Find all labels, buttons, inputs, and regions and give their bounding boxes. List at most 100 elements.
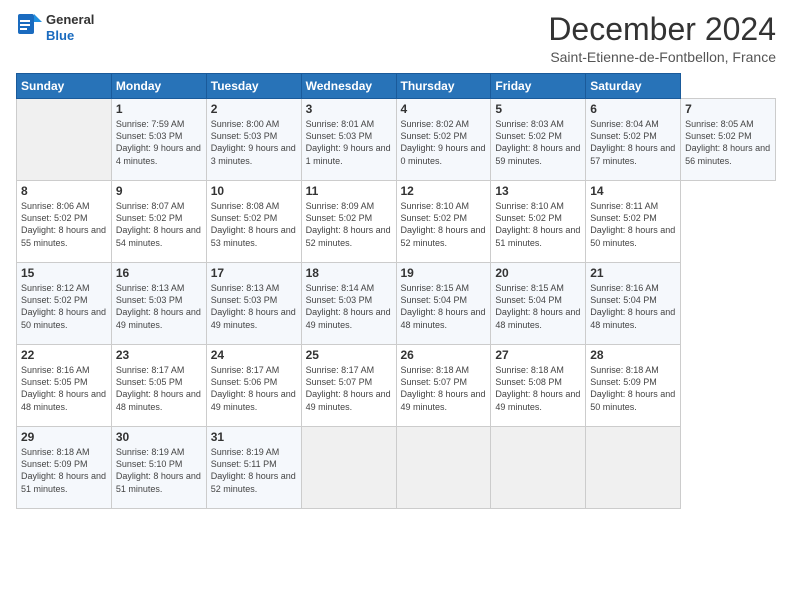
day-info: Sunrise: 8:18 AMSunset: 5:09 PMDaylight:…: [590, 364, 676, 413]
weekday-header: Tuesday: [206, 74, 301, 99]
calendar-day-cell: 19 Sunrise: 8:15 AMSunset: 5:04 PMDayligh…: [396, 263, 491, 345]
day-info: Sunrise: 8:18 AMSunset: 5:08 PMDaylight:…: [495, 364, 581, 413]
day-number: 17: [211, 266, 297, 280]
calendar-day-cell: 16 Sunrise: 8:13 AMSunset: 5:03 PMDayligh…: [111, 263, 206, 345]
calendar-week-row: 22 Sunrise: 8:16 AMSunset: 5:05 PMDayligh…: [17, 345, 776, 427]
calendar-week-row: 8 Sunrise: 8:06 AMSunset: 5:02 PMDaylight…: [17, 181, 776, 263]
day-number: 21: [590, 266, 676, 280]
page: General Blue December 2024 Saint-Etienne…: [0, 0, 792, 612]
day-info: Sunrise: 8:11 AMSunset: 5:02 PMDaylight:…: [590, 200, 676, 249]
calendar-day-cell: 4 Sunrise: 8:02 AMSunset: 5:02 PMDaylight…: [396, 99, 491, 181]
day-info: Sunrise: 8:06 AMSunset: 5:02 PMDaylight:…: [21, 200, 107, 249]
day-number: 9: [116, 184, 202, 198]
calendar-day-cell: 26 Sunrise: 8:18 AMSunset: 5:07 PMDayligh…: [396, 345, 491, 427]
day-info: Sunrise: 8:17 AMSunset: 5:07 PMDaylight:…: [306, 364, 392, 413]
day-info: Sunrise: 8:00 AMSunset: 5:03 PMDaylight:…: [211, 118, 297, 167]
day-number: 27: [495, 348, 581, 362]
weekday-header: Friday: [491, 74, 586, 99]
day-info: Sunrise: 8:18 AMSunset: 5:07 PMDaylight:…: [401, 364, 487, 413]
day-number: 10: [211, 184, 297, 198]
day-number: 6: [590, 102, 676, 116]
page-title: December 2024: [548, 12, 776, 47]
weekday-header: Saturday: [586, 74, 681, 99]
day-info: Sunrise: 8:18 AMSunset: 5:09 PMDaylight:…: [21, 446, 107, 495]
day-number: 18: [306, 266, 392, 280]
day-number: 11: [306, 184, 392, 198]
day-info: Sunrise: 8:14 AMSunset: 5:03 PMDaylight:…: [306, 282, 392, 331]
day-number: 2: [211, 102, 297, 116]
day-number: 22: [21, 348, 107, 362]
day-number: 23: [116, 348, 202, 362]
calendar-week-row: 15Sunrise: 8:12 AMSunset: 5:02 PMDayligh…: [17, 263, 776, 345]
day-info: Sunrise: 8:19 AMSunset: 5:10 PMDaylight:…: [116, 446, 202, 495]
calendar-day-cell: 30Sunrise: 8:19 AMSunset: 5:10 PMDayligh…: [111, 427, 206, 509]
weekday-header: Monday: [111, 74, 206, 99]
day-info: Sunrise: 8:05 AMSunset: 5:02 PMDaylight:…: [685, 118, 771, 167]
day-number: 4: [401, 102, 487, 116]
day-info: Sunrise: 8:16 AMSunset: 5:05 PMDaylight:…: [21, 364, 107, 413]
day-info: Sunrise: 8:17 AMSunset: 5:05 PMDaylight:…: [116, 364, 202, 413]
page-subtitle: Saint-Etienne-de-Fontbellon, France: [548, 49, 776, 65]
day-number: 31: [211, 430, 297, 444]
day-number: 26: [401, 348, 487, 362]
calendar-day-cell: 5 Sunrise: 8:03 AMSunset: 5:02 PMDaylight…: [491, 99, 586, 181]
title-block: December 2024 Saint-Etienne-de-Fontbello…: [548, 12, 776, 65]
day-number: 7: [685, 102, 771, 116]
calendar-day-cell: 8 Sunrise: 8:06 AMSunset: 5:02 PMDaylight…: [17, 181, 112, 263]
empty-cell: [17, 99, 112, 181]
calendar-day-cell: 18 Sunrise: 8:14 AMSunset: 5:03 PMDayligh…: [301, 263, 396, 345]
day-info: Sunrise: 8:16 AMSunset: 5:04 PMDaylight:…: [590, 282, 676, 331]
day-info: Sunrise: 8:02 AMSunset: 5:02 PMDaylight:…: [401, 118, 487, 167]
day-number: 13: [495, 184, 581, 198]
calendar-day-cell: [301, 427, 396, 509]
calendar-day-cell: 23 Sunrise: 8:17 AMSunset: 5:05 PMDayligh…: [111, 345, 206, 427]
day-info: Sunrise: 8:01 AMSunset: 5:03 PMDaylight:…: [306, 118, 392, 167]
calendar-day-cell: 1Sunrise: 7:59 AMSunset: 5:03 PMDaylight…: [111, 99, 206, 181]
header: General Blue December 2024 Saint-Etienne…: [16, 12, 776, 65]
day-number: 1: [116, 102, 202, 116]
day-info: Sunrise: 8:08 AMSunset: 5:02 PMDaylight:…: [211, 200, 297, 249]
calendar-day-cell: 31Sunrise: 8:19 AMSunset: 5:11 PMDayligh…: [206, 427, 301, 509]
day-number: 5: [495, 102, 581, 116]
weekday-row: SundayMondayTuesdayWednesdayThursdayFrid…: [17, 74, 776, 99]
calendar-day-cell: [491, 427, 586, 509]
day-number: 12: [401, 184, 487, 198]
calendar-day-cell: 10 Sunrise: 8:08 AMSunset: 5:02 PMDayligh…: [206, 181, 301, 263]
day-info: Sunrise: 8:03 AMSunset: 5:02 PMDaylight:…: [495, 118, 581, 167]
day-info: Sunrise: 8:12 AMSunset: 5:02 PMDaylight:…: [21, 282, 107, 331]
calendar-table: SundayMondayTuesdayWednesdayThursdayFrid…: [16, 73, 776, 509]
calendar-day-cell: 28 Sunrise: 8:18 AMSunset: 5:09 PMDayligh…: [586, 345, 681, 427]
logo-icon: [16, 12, 44, 44]
day-number: 20: [495, 266, 581, 280]
calendar-day-cell: 27 Sunrise: 8:18 AMSunset: 5:08 PMDayligh…: [491, 345, 586, 427]
day-number: 29: [21, 430, 107, 444]
logo-text: General Blue: [46, 12, 94, 43]
day-info: Sunrise: 8:13 AMSunset: 5:03 PMDaylight:…: [116, 282, 202, 331]
day-info: Sunrise: 8:10 AMSunset: 5:02 PMDaylight:…: [401, 200, 487, 249]
calendar-day-cell: 7 Sunrise: 8:05 AMSunset: 5:02 PMDaylight…: [681, 99, 776, 181]
weekday-header: Sunday: [17, 74, 112, 99]
calendar-day-cell: 25Sunrise: 8:17 AMSunset: 5:07 PMDayligh…: [301, 345, 396, 427]
day-info: Sunrise: 8:07 AMSunset: 5:02 PMDaylight:…: [116, 200, 202, 249]
calendar-day-cell: [586, 427, 681, 509]
day-info: Sunrise: 8:10 AMSunset: 5:02 PMDaylight:…: [495, 200, 581, 249]
calendar-body: 1Sunrise: 7:59 AMSunset: 5:03 PMDaylight…: [17, 99, 776, 509]
calendar-day-cell: 17Sunrise: 8:13 AMSunset: 5:03 PMDayligh…: [206, 263, 301, 345]
day-number: 8: [21, 184, 107, 198]
day-info: Sunrise: 8:09 AMSunset: 5:02 PMDaylight:…: [306, 200, 392, 249]
calendar-day-cell: 13 Sunrise: 8:10 AMSunset: 5:02 PMDayligh…: [491, 181, 586, 263]
day-number: 19: [401, 266, 487, 280]
calendar-day-cell: 21 Sunrise: 8:16 AMSunset: 5:04 PMDayligh…: [586, 263, 681, 345]
day-number: 16: [116, 266, 202, 280]
day-number: 14: [590, 184, 676, 198]
calendar-day-cell: 9 Sunrise: 8:07 AMSunset: 5:02 PMDaylight…: [111, 181, 206, 263]
day-info: Sunrise: 8:15 AMSunset: 5:04 PMDaylight:…: [401, 282, 487, 331]
day-number: 28: [590, 348, 676, 362]
calendar-day-cell: [396, 427, 491, 509]
day-info: Sunrise: 8:15 AMSunset: 5:04 PMDaylight:…: [495, 282, 581, 331]
calendar-day-cell: 3Sunrise: 8:01 AMSunset: 5:03 PMDaylight…: [301, 99, 396, 181]
calendar-day-cell: 20 Sunrise: 8:15 AMSunset: 5:04 PMDayligh…: [491, 263, 586, 345]
weekday-header: Wednesday: [301, 74, 396, 99]
calendar-day-cell: 6Sunrise: 8:04 AMSunset: 5:02 PMDaylight…: [586, 99, 681, 181]
day-number: 24: [211, 348, 297, 362]
